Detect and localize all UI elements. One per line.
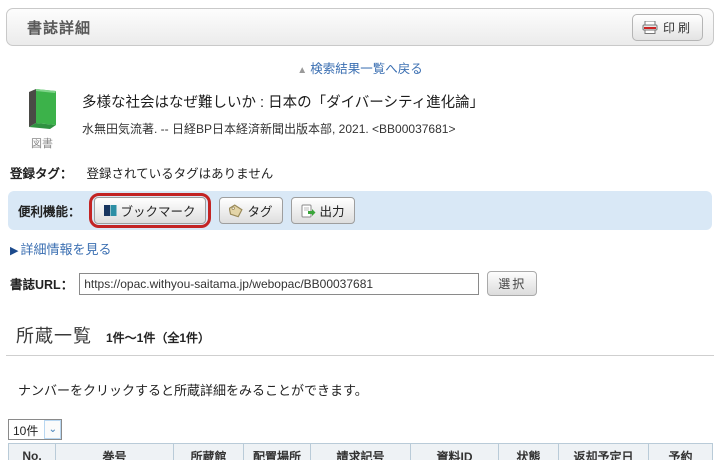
holdings-count: 1件～1件（全1件） <box>106 331 211 345</box>
holdings-table: No. 巻号 所蔵館 配置場所 請求記号 資料ID 状態 返却予定日 予約 00… <box>8 443 713 460</box>
bib-url-input[interactable] <box>79 272 480 295</box>
output-button[interactable]: 出力 <box>290 197 355 224</box>
col-header-location: 配置場所 <box>243 443 311 460</box>
red-highlight-annotation: ブックマーク <box>88 193 211 228</box>
function-bar: 便利機能： ブックマーク タグ 出力 <box>8 191 712 230</box>
print-button[interactable]: 印刷 <box>631 13 703 41</box>
page-size-select[interactable]: 10件 ⌄ <box>8 419 63 440</box>
registered-tag-row: 登録タグ： 登録されているタグはありません <box>10 163 720 182</box>
bibliographic-summary: 図書 多様な社会はなぜ難しいか : 日本の「ダイバーシティ進化論」 水無田気流著… <box>16 87 720 151</box>
detail-link-label: 詳細情報を見る <box>20 242 112 257</box>
registered-tag-value: 登録されているタグはありません <box>86 167 274 181</box>
page-header: 書誌詳細 印刷 <box>6 8 714 46</box>
bib-url-label: 書誌URL： <box>10 278 74 292</box>
back-link-label: 検索結果一覧へ戻る <box>310 62 423 76</box>
bib-url-row: 書誌URL： 選択 <box>10 271 720 296</box>
col-header-no: No. <box>8 443 56 460</box>
col-header-volume: 巻号 <box>55 443 174 460</box>
function-bar-label: 便利機能： <box>18 205 81 219</box>
table-header-row: No. 巻号 所蔵館 配置場所 請求記号 資料ID 状態 返却予定日 予約 <box>8 443 713 460</box>
back-to-results-link[interactable]: ▲ 検索結果一覧へ戻る <box>0 58 720 77</box>
tag-icon <box>228 203 244 218</box>
triangle-right-icon: ▶ <box>10 245 19 257</box>
page-title: 書誌詳細 <box>27 19 92 37</box>
col-header-status: 状態 <box>498 443 559 460</box>
bookmark-button-label: ブックマーク <box>120 205 196 219</box>
holdings-divider <box>6 355 714 356</box>
page-size-value: 10件 <box>13 424 39 438</box>
book-title: 多様な社会はなぜ難しいか : 日本の「ダイバーシティ進化論」 <box>82 95 485 111</box>
book-icon <box>23 87 61 129</box>
tag-button[interactable]: タグ <box>218 197 283 224</box>
detail-info-link[interactable]: ▶ 詳細情報を見る <box>10 239 720 258</box>
export-icon <box>301 204 316 218</box>
col-header-reservation: 予約 <box>648 443 713 460</box>
holdings-header: 所蔵一覧 1件～1件（全1件） <box>16 322 720 348</box>
holdings-hint: ナンバーをクリックすると所蔵詳細をみることができます。 <box>18 383 368 398</box>
printer-icon <box>642 20 658 34</box>
output-button-label: 出力 <box>319 205 345 219</box>
bookmark-icon <box>103 204 117 217</box>
material-type-block: 図書 <box>16 87 68 151</box>
col-header-call-number: 請求記号 <box>310 443 411 460</box>
chevron-down-icon: ⌄ <box>44 420 62 439</box>
registered-tag-label: 登録タグ： <box>10 167 73 181</box>
book-author-line: 水無田気流著. -- 日経BP日本経済新聞出版本部, 2021. <BB0003… <box>82 122 456 136</box>
col-header-due-date: 返却予定日 <box>558 443 649 460</box>
material-type-label: 図書 <box>31 138 53 150</box>
bookmark-button[interactable]: ブックマーク <box>93 197 206 224</box>
print-button-label: 印刷 <box>662 20 693 35</box>
triangle-up-icon: ▲ <box>297 65 308 76</box>
url-select-button[interactable]: 選択 <box>487 271 538 296</box>
holdings-title: 所蔵一覧 <box>16 326 92 346</box>
col-header-library: 所蔵館 <box>173 443 244 460</box>
col-header-material-id: 資料ID <box>410 443 499 460</box>
tag-button-label: タグ <box>247 205 273 219</box>
